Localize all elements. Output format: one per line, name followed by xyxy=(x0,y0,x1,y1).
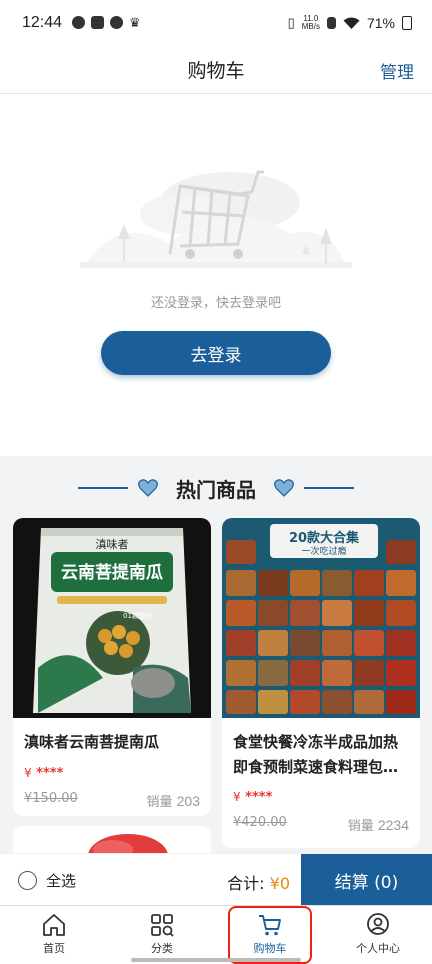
select-all-toggle[interactable]: 全选 xyxy=(18,870,76,891)
wifi-icon xyxy=(343,17,360,29)
product-card[interactable]: 滇味者 云南菩提南瓜 01款脆皮 滇味者云南菩提南瓜 ¥ **** ¥150.0… xyxy=(13,518,211,816)
image-tag-text: 01款脆皮 xyxy=(123,611,153,620)
category-grid-icon xyxy=(151,914,174,937)
login-button[interactable]: 去登录 xyxy=(101,331,331,375)
product-image: 20款大合集 一次吃过瘾 xyxy=(222,518,420,718)
nav-bar: 购物车 管理 xyxy=(0,46,432,94)
home-icon xyxy=(43,914,65,936)
hot-products-title: 热门商品 xyxy=(176,477,256,502)
network-speed: 11.0 MB/s xyxy=(301,14,320,31)
hot-products-header: 热门商品 xyxy=(0,470,432,506)
total-amount: 合计: ¥0 xyxy=(227,870,290,894)
product-price: ¥ **** xyxy=(233,790,273,805)
divider-left xyxy=(78,487,128,489)
total-label: 合计: xyxy=(227,874,265,893)
heart-icon xyxy=(274,479,294,497)
product-image: 滇味者 云南菩提南瓜 01款脆皮 xyxy=(13,518,211,718)
tab-label: 首页 xyxy=(43,942,65,955)
message-icon xyxy=(91,15,105,29)
sim-icon xyxy=(326,17,336,29)
select-all-radio[interactable] xyxy=(18,871,37,890)
vibrate-icon: ▯ xyxy=(287,15,295,30)
original-price: ¥150.00 xyxy=(24,791,78,806)
product-price: ¥ **** xyxy=(24,766,64,781)
empty-cart-message: 还没登录，快去登录吧 xyxy=(150,296,281,311)
image-brand-text: 滇味者 xyxy=(96,537,129,551)
app-icon xyxy=(110,15,124,29)
empty-cart-section: 还没登录，快去登录吧 去登录 xyxy=(0,94,432,456)
tab-label: 个人中心 xyxy=(356,942,400,955)
battery-level: 71% xyxy=(366,15,395,31)
user-icon xyxy=(367,913,389,935)
home-indicator xyxy=(131,958,301,962)
manage-button[interactable]: 管理 xyxy=(380,58,414,83)
notification-icons: ♛ xyxy=(72,15,141,31)
status-bar: 12:44 ♛ ▯ 11.0 MB/s 71% xyxy=(0,0,432,46)
original-price: ¥420.00 xyxy=(233,815,287,830)
sales-count: 销量 2234 xyxy=(347,817,409,834)
product-name: 食堂快餐冷冻半成品加热即食预制菜速食料理包… xyxy=(233,733,399,776)
active-tab-highlight xyxy=(228,906,312,964)
heart-icon xyxy=(138,479,158,497)
product-card[interactable]: 20款大合集 一次吃过瘾 食堂快餐冷冻半成品加热即食预制菜速食料理包… ¥ **… xyxy=(222,518,420,848)
select-all-label: 全选 xyxy=(46,872,77,890)
tab-cart[interactable]: 购物车 xyxy=(216,906,324,964)
divider-right xyxy=(304,487,354,489)
checkout-button[interactable]: 结算 (0) xyxy=(301,854,432,906)
sales-count: 销量 203 xyxy=(146,793,200,810)
status-time: 12:44 xyxy=(22,14,63,31)
total-value: ¥0 xyxy=(269,874,290,893)
page-title: 购物车 xyxy=(187,60,245,82)
product-name: 滇味者云南菩提南瓜 xyxy=(24,733,160,751)
tab-label: 分类 xyxy=(151,942,173,955)
tab-profile[interactable]: 个人中心 xyxy=(324,906,432,964)
tab-category[interactable]: 分类 xyxy=(108,906,216,964)
battery-icon xyxy=(402,16,412,30)
image-title-text: 20款大合集 xyxy=(289,530,360,546)
tiktok-icon xyxy=(72,15,86,29)
image-subtitle-text: 一次吃过瘾 xyxy=(301,545,346,557)
tab-home[interactable]: 首页 xyxy=(0,906,108,964)
bottom-tab-bar: 首页 分类 购物车 个人中心 xyxy=(0,905,432,964)
crown-icon: ♛ xyxy=(129,15,141,31)
image-title-text: 云南菩提南瓜 xyxy=(61,562,163,583)
checkout-bar: 全选 合计: ¥0 结算 (0) xyxy=(0,853,432,906)
